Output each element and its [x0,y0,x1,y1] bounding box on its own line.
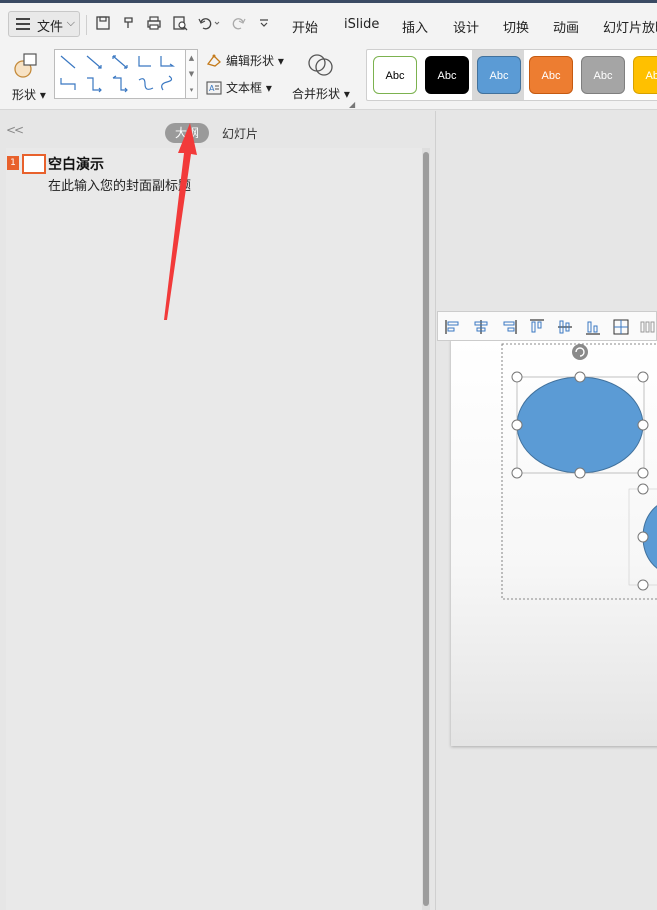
print-icon[interactable] [144,15,164,35]
slide-content [501,343,657,600]
tab-transition[interactable]: 切换 [503,17,529,36]
hamburger-icon [16,18,30,30]
gallery-scroll[interactable]: ▲ ▼ ▾ [186,49,198,99]
style-preset-blue[interactable]: Abc [477,56,521,94]
alignment-toolbar [437,311,657,341]
edit-shape-icon [206,54,222,68]
textbox-button[interactable]: A 文本框 ▾ [206,79,272,96]
edit-shape-button[interactable]: 编辑形状 ▾ [206,52,284,69]
slide-thumbnail-icon[interactable] [22,154,46,174]
tab-slideshow[interactable]: 幻灯片放映 [603,17,657,36]
wps-presentation-window: 文件 ⌵ 开始 iSlide 插入 设计 切换 动画 幻灯片放映 [0,0,657,910]
align-center-icon[interactable] [472,318,490,336]
align-left-icon[interactable] [444,318,462,336]
chevron-down-icon: ⌵ [66,16,75,29]
menu-bar: 文件 ⌵ 开始 iSlide 插入 设计 切换 动画 幻灯片放映 [0,0,657,44]
collapse-panel-icon[interactable]: << [6,123,24,137]
save-icon[interactable] [93,15,113,35]
annotation-arrow [164,123,197,320]
scrollbar-thumb[interactable] [423,152,429,906]
ribbon-toolbar: 形状 ▾ ▲ ▼ ▾ 编辑形状 ▾ A 文本框 ▾ 合并形状 ▾ ◢ Abc A… [0,44,657,110]
dialog-launcher-icon[interactable]: ◢ [349,100,355,109]
style-preset-black[interactable]: Abc [425,56,469,94]
shape-button-label: 形状 ▾ [12,88,46,102]
undo-icon[interactable] [196,15,222,35]
align-right-icon[interactable] [500,318,518,336]
align-page-icon[interactable] [612,318,630,336]
tab-animation[interactable]: 动画 [553,17,579,36]
align-middle-icon[interactable] [556,318,574,336]
style-preset-white[interactable]: Abc [373,56,417,94]
shape-gallery[interactable] [54,49,186,99]
format-painter-icon[interactable] [119,15,139,35]
outline-panel: << 大纲 幻灯片 1 空白演示 在此输入您的封面副标题 [0,111,436,910]
align-top-icon[interactable] [528,318,546,336]
tab-insert[interactable]: 插入 [402,17,428,36]
tab-slides[interactable]: 幻灯片 [222,125,258,142]
merge-shape-icon [308,54,333,76]
slide-canvas-area [437,111,657,910]
file-menu-label: 文件 [37,20,64,35]
shape-style-gallery: Abc Abc Abc Abc Abc Abc [366,49,657,101]
connector-gallery-icons [60,55,175,93]
align-bottom-icon[interactable] [584,318,602,336]
outline-slide-title[interactable]: 空白演示 [48,154,104,174]
tab-islide[interactable]: iSlide [344,17,379,32]
tab-design[interactable]: 设计 [453,17,479,36]
svg-text:A: A [209,84,215,93]
merge-shape-label: 合并形状 ▾ [292,87,350,101]
tab-home[interactable]: 开始 [292,17,318,36]
redo-icon[interactable] [229,15,249,35]
divider [86,15,87,35]
print-preview-icon[interactable] [170,15,190,35]
slide-canvas[interactable] [451,339,657,746]
shape-button[interactable]: 形状 ▾ [10,50,50,102]
shapes-icon [14,53,37,78]
style-preset-orange[interactable]: Abc [529,56,573,94]
slide-number-badge: 1 [7,156,19,170]
style-preset-gold[interactable]: Abc [633,56,657,94]
outline-scrollbar[interactable] [422,148,430,910]
merge-shape-button[interactable]: 合并形状 ▾ [292,50,356,102]
customize-toolbar-icon[interactable] [254,15,274,35]
outline-content[interactable]: 1 空白演示 在此输入您的封面副标题 [6,148,422,910]
style-preset-gray[interactable]: Abc [581,56,625,94]
distribute-horizontal-icon[interactable] [638,318,656,336]
textbox-icon: A [206,81,222,95]
file-menu-button[interactable]: 文件 ⌵ [8,11,80,37]
